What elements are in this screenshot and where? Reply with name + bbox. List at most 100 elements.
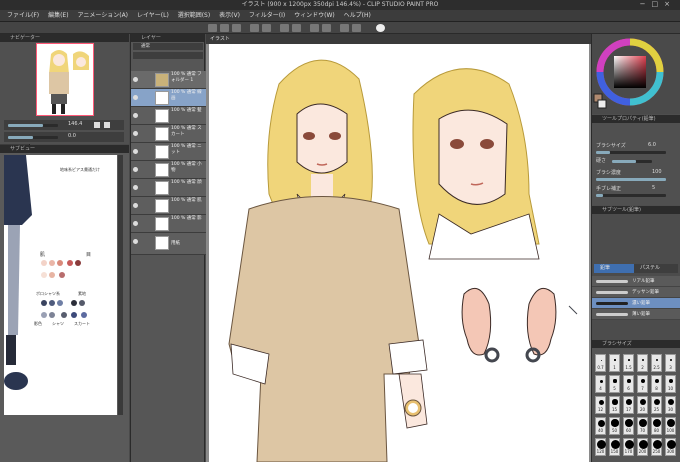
brush-size-preset[interactable]: 6 — [623, 375, 634, 393]
menu-selection[interactable]: 選択範囲(S) — [178, 10, 211, 22]
brush-size-preset[interactable]: 80 — [651, 417, 662, 435]
visibility-icon[interactable] — [133, 131, 138, 136]
brush-size-slider[interactable] — [596, 151, 666, 154]
actual-size-icon[interactable] — [104, 122, 110, 128]
window-controls[interactable]: −□× — [640, 0, 676, 8]
rotate-slider[interactable] — [8, 136, 58, 139]
color-wheel[interactable] — [592, 34, 680, 114]
layer-row-face[interactable]: 100 % 通常 顔 — [131, 179, 206, 197]
brush-dot-icon — [611, 419, 619, 427]
brush-size-preset[interactable]: 3 — [665, 354, 676, 372]
visibility-icon[interactable] — [133, 239, 138, 244]
brush-size-preset[interactable]: 10 — [665, 375, 676, 393]
clear-icon[interactable] — [280, 24, 289, 32]
fit-icon[interactable] — [94, 122, 100, 128]
artboard[interactable] — [209, 44, 589, 462]
visibility-icon[interactable] — [133, 185, 138, 190]
layer-row-paper[interactable]: 用紙 — [131, 233, 206, 255]
ruler-icon[interactable] — [352, 24, 361, 32]
help-icon[interactable] — [376, 24, 385, 32]
title-bar: イラスト (900 x 1200px 350dpi 146.4%) - CLIP… — [0, 0, 680, 10]
subtool-tab-pastel[interactable]: パステル — [634, 264, 678, 273]
brush-size-preset[interactable]: 25 — [651, 396, 662, 414]
visibility-icon[interactable] — [133, 95, 138, 100]
brush-dot-icon — [597, 419, 605, 427]
brush-size-preset[interactable]: 5 — [609, 375, 620, 393]
subview-scrollbar[interactable] — [118, 155, 123, 415]
brush-size-label: 4 — [599, 386, 602, 391]
menu-filter[interactable]: フィルター(I) — [249, 10, 285, 22]
zoom-slider[interactable] — [8, 124, 58, 127]
subview-image[interactable]: 地味系ピアス貫通だけ 肌 目 ポロシャツ系 素地 影色 シャツ スカート — [4, 155, 117, 415]
menu-help[interactable]: ヘルプ(H) — [344, 10, 371, 22]
menu-edit[interactable]: 編集(E) — [48, 10, 68, 22]
blend-mode-select[interactable]: 通常 — [133, 43, 203, 50]
navigator-thumbnail[interactable] — [36, 43, 94, 116]
brush-size-preset[interactable]: 20 — [637, 396, 648, 414]
layer-row-skin[interactable]: 100 % 通常 肌 — [131, 197, 206, 215]
invert-selection-icon[interactable] — [322, 24, 331, 32]
brush-size-preset[interactable]: 8 — [651, 375, 662, 393]
menu-view[interactable]: 表示(V) — [219, 10, 240, 22]
brush-dark-pencil[interactable]: 濃い鉛筆 — [592, 298, 680, 309]
brush-size-preset[interactable]: 2.5 — [651, 354, 662, 372]
layer-row-accessories[interactable]: 100 % 通常 小物 — [131, 161, 206, 179]
brush-size-preset[interactable]: 40 — [595, 417, 606, 435]
brush-size-preset[interactable]: 100 — [665, 417, 676, 435]
brush-size-preset[interactable]: 4 — [595, 375, 606, 393]
brush-size-preset[interactable]: 7 — [637, 375, 648, 393]
subtool-tab-pencil[interactable]: 鉛筆 — [594, 264, 634, 273]
snap-icon[interactable] — [340, 24, 349, 32]
brush-size-preset[interactable]: 250 — [651, 438, 662, 456]
layer-row-shadow[interactable]: 100 % 通常 影 — [131, 215, 206, 233]
brush-size-preset[interactable]: 12 — [595, 396, 606, 414]
brush-real-pencil[interactable]: リアル鉛筆 — [592, 276, 680, 287]
brush-size-preset[interactable]: 60 — [623, 417, 634, 435]
visibility-icon[interactable] — [133, 203, 138, 208]
brush-size-preset[interactable]: 70 — [637, 417, 648, 435]
brush-size-preset[interactable]: 1.5 — [623, 354, 634, 372]
opacity-bar[interactable] — [133, 52, 203, 59]
brush-size-preset[interactable]: 15 — [609, 396, 620, 414]
brush-size-preset[interactable]: 170 — [623, 438, 634, 456]
visibility-icon[interactable] — [133, 113, 138, 118]
visibility-icon[interactable] — [133, 149, 138, 154]
brush-size-preset[interactable]: 2 — [637, 354, 648, 372]
layer-thumbnail — [155, 181, 169, 195]
layer-row-knit[interactable]: 100 % 通常 ニット — [131, 143, 206, 161]
brush-size-preset[interactable]: 150 — [609, 438, 620, 456]
menu-animation[interactable]: アニメーション(A) — [77, 10, 128, 22]
layer-row-folder[interactable]: 100 % 通常 フォルダー 1 — [131, 71, 206, 89]
menu-file[interactable]: ファイル(F) — [7, 10, 39, 22]
brush-size-preset[interactable]: 1 — [609, 354, 620, 372]
brush-size-preset[interactable]: 200 — [637, 438, 648, 456]
layer-row-lineart[interactable]: 100 % 通常 線画 — [131, 89, 206, 107]
brush-size-label: 8 — [655, 386, 658, 391]
brush-size-preset[interactable]: 30 — [665, 396, 676, 414]
menu-window[interactable]: ウィンドウ(W) — [294, 10, 335, 22]
menu-layer[interactable]: レイヤー(L) — [137, 10, 169, 22]
save-icon[interactable] — [232, 24, 241, 32]
canvas-tab[interactable]: イラスト — [206, 34, 591, 44]
brush-size-preset[interactable]: 300 — [665, 438, 676, 456]
redo-icon[interactable] — [262, 24, 271, 32]
new-file-icon[interactable] — [208, 24, 217, 32]
brush-sketch-pencil[interactable]: デッサン鉛筆 — [592, 287, 680, 298]
brush-size-preset[interactable]: 0.7 — [595, 354, 606, 372]
stabilize-slider[interactable] — [596, 194, 666, 197]
hardness-slider[interactable] — [612, 160, 652, 163]
brush-light-pencil[interactable]: 薄い鉛筆 — [592, 309, 680, 320]
density-slider[interactable] — [596, 178, 666, 181]
visibility-icon[interactable] — [133, 77, 138, 82]
layer-row-skirt[interactable]: 100 % 通常 スカート — [131, 125, 206, 143]
visibility-icon[interactable] — [133, 167, 138, 172]
brush-size-preset[interactable]: 17 — [623, 396, 634, 414]
brush-size-preset[interactable]: 50 — [609, 417, 620, 435]
deselect-icon[interactable] — [310, 24, 319, 32]
brush-size-preset[interactable]: 120 — [595, 438, 606, 456]
transform-icon[interactable] — [292, 24, 301, 32]
open-icon[interactable] — [220, 24, 229, 32]
layer-row-hair[interactable]: 100 % 通常 髪 — [131, 107, 206, 125]
visibility-icon[interactable] — [133, 221, 138, 226]
undo-icon[interactable] — [250, 24, 259, 32]
